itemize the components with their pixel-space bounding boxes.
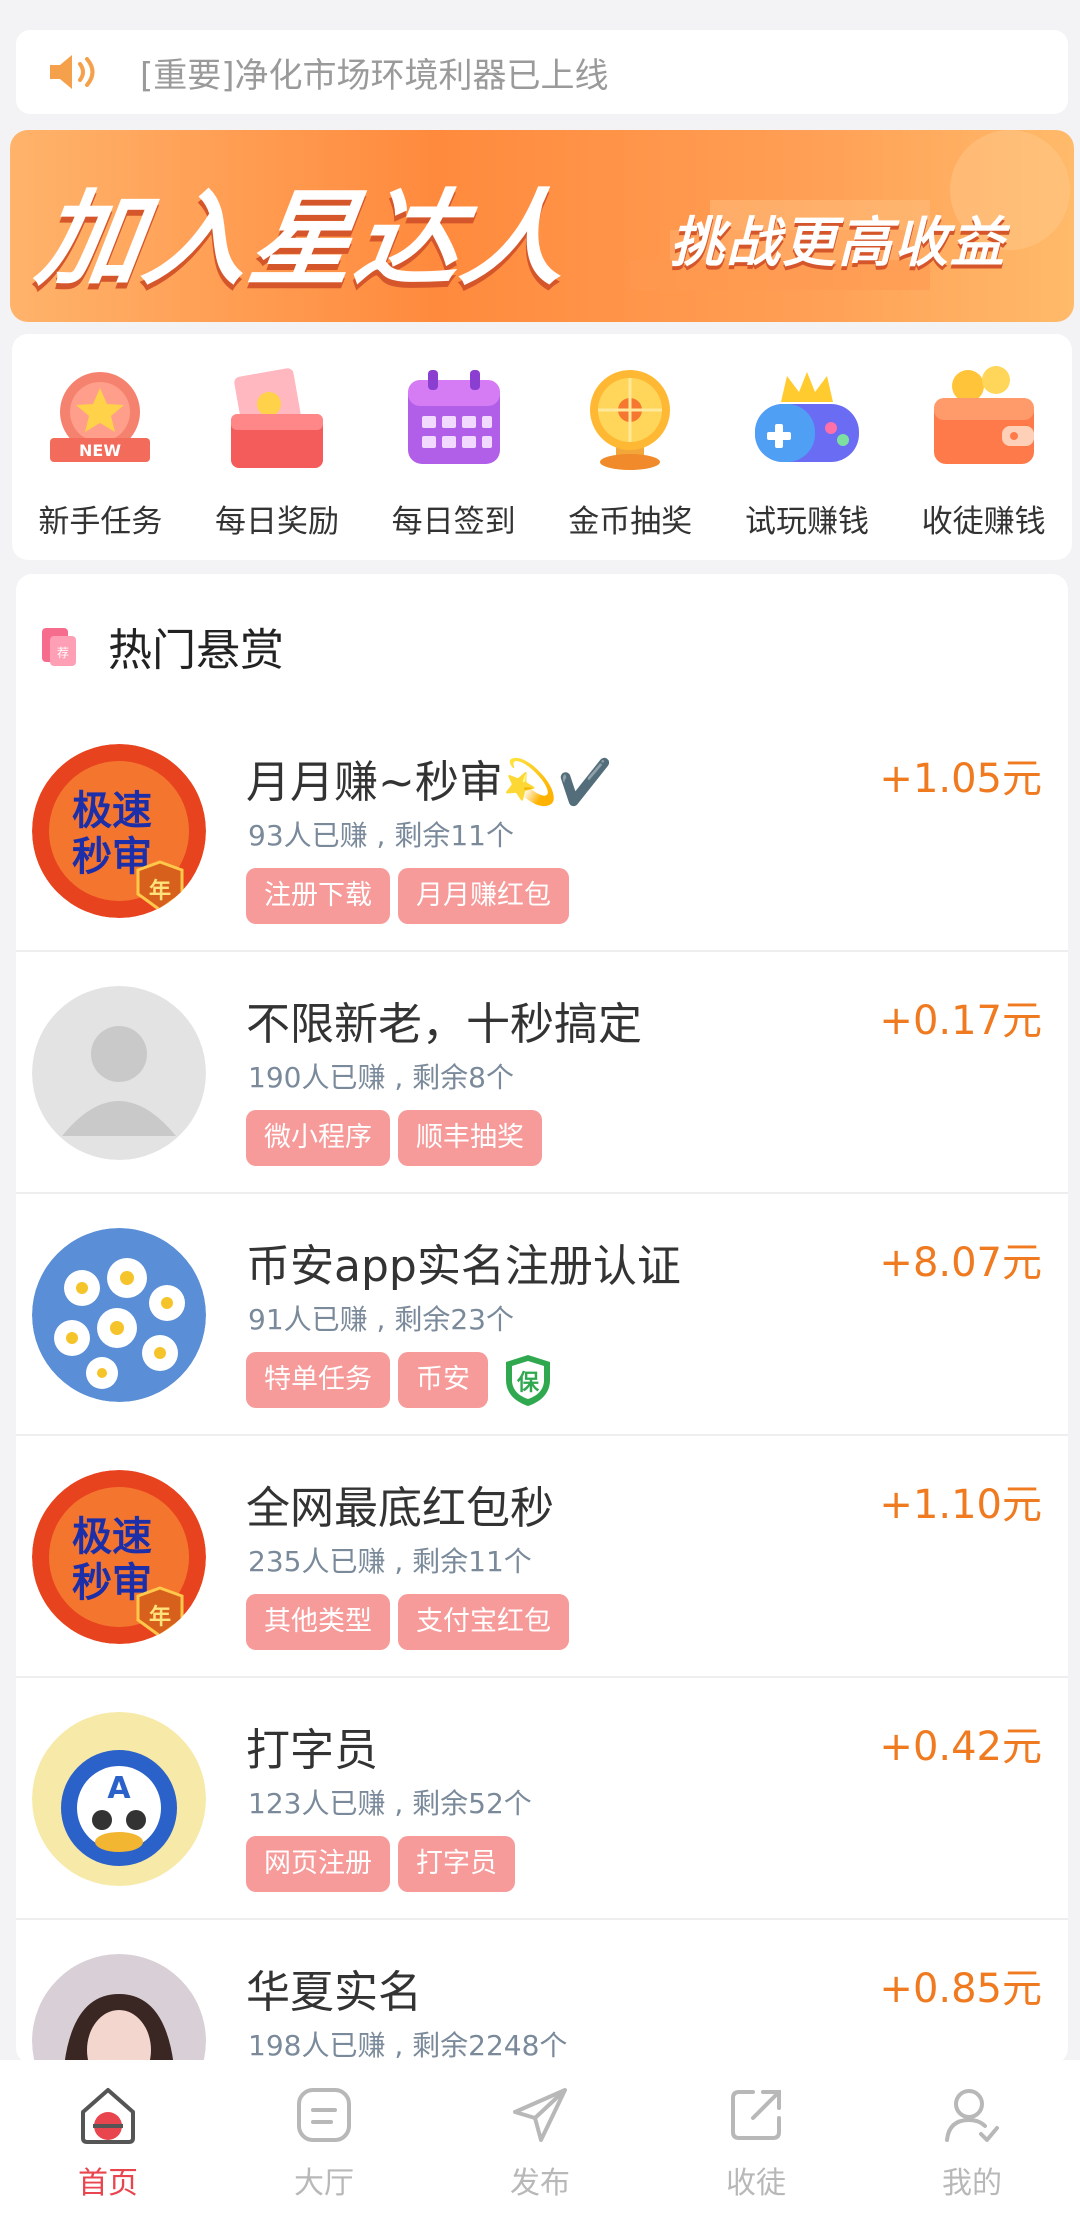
quick-item-trial-play[interactable]: 试玩赚钱: [727, 364, 887, 560]
task-avatar: A: [32, 1712, 206, 1886]
tab-label: 收徒: [726, 2166, 786, 2201]
task-row[interactable]: 不限新老，十秒搞定 190人已赚 , 剩余8个 微小程序 顺丰抽奖 +0.17元: [16, 952, 1068, 1194]
quick-label: 试玩赚钱: [744, 504, 869, 540]
task-stats: 93人已赚 , 剩余11个: [248, 819, 514, 852]
recommend-icon: 荐: [42, 628, 76, 666]
quick-item-recruit[interactable]: 收徒赚钱: [904, 364, 1064, 560]
quick-item-newbie[interactable]: NEW 新手任务: [20, 364, 180, 560]
guarantee-text: 保: [516, 1371, 540, 1396]
task-tag: 币安: [398, 1352, 488, 1408]
tab-home[interactable]: 首页: [33, 2082, 183, 2236]
quick-label: 新手任务: [38, 504, 163, 540]
task-title: 月月赚~秒审💫✔️: [246, 757, 613, 808]
task-avatar: [32, 986, 206, 1160]
gift-envelope-icon: [230, 368, 323, 468]
task-tag: 顺丰抽奖: [398, 1110, 542, 1166]
task-title: 全网最底红包秒: [246, 1483, 554, 1534]
tab-mine[interactable]: 我的: [897, 2082, 1047, 2236]
hall-icon: [297, 2088, 351, 2142]
task-reward: +1.05元: [879, 756, 1042, 802]
quick-label: 每日签到: [391, 504, 516, 540]
tab-publish[interactable]: 发布: [465, 2082, 615, 2236]
task-stats: 235人已赚 , 剩余11个: [248, 1545, 532, 1578]
task-row[interactable]: 华夏实名 198人已赚 , 剩余2248个 +0.85元: [16, 1920, 1068, 2064]
task-tag: 网页注册: [246, 1836, 390, 1892]
task-reward: +0.17元: [879, 998, 1042, 1044]
task-reward: +0.85元: [879, 1966, 1042, 2012]
guarantee-shield-icon: 保: [506, 1355, 550, 1406]
avatar-seal: 年: [149, 878, 171, 904]
task-row[interactable]: 极速 秒审 年 月月赚~秒审💫✔️ 93人已赚 , 剩余11个 注册下载 月月赚…: [16, 710, 1068, 952]
task-title: 币安app实名注册认证: [246, 1241, 681, 1292]
task-tag: 月月赚红包: [398, 868, 569, 924]
task-stats: 123人已赚 , 剩余52个: [248, 1787, 532, 1820]
svg-text:A: A: [107, 1771, 131, 1806]
task-row[interactable]: A 打字员 123人已赚 , 剩余52个 网页注册 打字员 +0.42元: [16, 1678, 1068, 1920]
tab-label: 我的: [942, 2166, 1002, 2201]
speaker-icon: [50, 55, 95, 89]
task-reward: +0.42元: [879, 1724, 1042, 1770]
gamepad-icon: [754, 372, 859, 462]
profile-icon: [945, 2089, 999, 2142]
quick-label: 收徒赚钱: [921, 504, 1046, 540]
quick-item-checkin[interactable]: 每日签到: [374, 364, 534, 560]
task-reward: +1.10元: [879, 1482, 1042, 1528]
notice-text: [重要]净化市场环境利器已上线: [140, 55, 609, 96]
svg-text:荐: 荐: [57, 646, 69, 660]
tab-label: 大厅: [294, 2166, 354, 2201]
task-tags: 网页注册 打字员: [246, 1836, 523, 1892]
task-tag: 其他类型: [246, 1594, 390, 1650]
task-avatar: [32, 1954, 206, 2064]
task-avatar: [32, 1228, 206, 1402]
task-tag: 特单任务: [246, 1352, 390, 1408]
quick-item-daily-reward[interactable]: 每日奖励: [197, 364, 357, 560]
avatar-text: 极速: [72, 1514, 152, 1560]
task-row[interactable]: 币安app实名注册认证 91人已赚 , 剩余23个 特单任务 币安 保 +8.0…: [16, 1194, 1068, 1436]
new-badge-text: NEW: [79, 441, 121, 460]
task-tags: 注册下载 月月赚红包: [246, 868, 577, 924]
quick-label: 每日奖励: [214, 504, 339, 540]
quick-actions: NEW 新手任务 每日奖励 每日签到 金币抽奖 试玩赚钱 收徒赚钱: [12, 334, 1072, 560]
task-tag: 打字员: [398, 1836, 515, 1892]
task-avatar: 极速 秒审 年: [32, 744, 206, 918]
tab-recruit[interactable]: 收徒: [681, 2082, 831, 2236]
task-tag: 注册下载: [246, 868, 390, 924]
new-badge-icon: NEW: [50, 372, 151, 462]
banner-main-text: 加入星达人: [30, 178, 578, 300]
hot-rewards-header: 荐 热门悬赏: [36, 614, 284, 678]
tab-hall[interactable]: 大厅: [249, 2082, 399, 2236]
task-tags: 其他类型 支付宝红包: [246, 1594, 577, 1650]
promo-banner[interactable]: 加入星达人 挑战更高收益: [10, 130, 1074, 322]
quick-item-lottery[interactable]: 金币抽奖: [550, 364, 710, 560]
banner-sub-text: 挑战更高收益: [670, 211, 1006, 274]
task-stats: 190人已赚 , 剩余8个: [248, 1061, 514, 1094]
publish-icon: [513, 2088, 567, 2142]
task-tag: 支付宝红包: [398, 1594, 569, 1650]
task-title: 不限新老，十秒搞定: [246, 999, 642, 1050]
quick-label: 金币抽奖: [568, 504, 693, 540]
share-icon: [731, 2090, 781, 2140]
calendar-icon: [407, 370, 500, 464]
wallet-icon: [933, 366, 1034, 464]
task-row[interactable]: 极速 秒审 年 全网最底红包秒 235人已赚 , 剩余11个 其他类型 支付宝红…: [16, 1436, 1068, 1678]
task-stats: 198人已赚 , 剩余2248个: [248, 2029, 568, 2062]
bottom-tabbar: 首页 大厅 发布 收徒 我的: [0, 2060, 1080, 2236]
task-tags: 特单任务 币安 保: [246, 1352, 554, 1408]
lottery-wheel-icon: [590, 370, 671, 470]
avatar-text: 极速: [72, 788, 152, 834]
home-icon: [81, 2088, 135, 2144]
task-avatar: 极速 秒审 年: [32, 1470, 206, 1644]
tab-label: 首页: [78, 2166, 138, 2201]
task-title: 打字员: [246, 1725, 378, 1776]
avatar-seal: 年: [149, 1604, 171, 1630]
task-tags: 微小程序 顺丰抽奖: [246, 1110, 550, 1166]
notice-bar[interactable]: [重要]净化市场环境利器已上线: [16, 30, 1068, 114]
section-title: 热门悬赏: [108, 625, 284, 676]
task-tag: 微小程序: [246, 1110, 390, 1166]
tab-label: 发布: [510, 2166, 570, 2201]
task-reward: +8.07元: [879, 1240, 1042, 1286]
task-title: 华夏实名: [246, 1967, 422, 2018]
hot-rewards-section: 荐 热门悬赏 极速 秒审 年 月月赚~秒审💫✔️ 93人已赚 , 剩余11个 注…: [16, 574, 1068, 2064]
task-stats: 91人已赚 , 剩余23个: [248, 1303, 514, 1336]
